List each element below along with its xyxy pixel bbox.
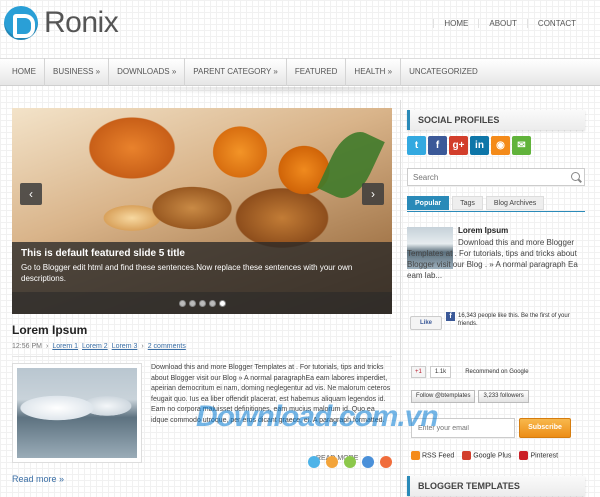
menu-item-downloads[interactable]: DOWNLOADS » [109,58,186,86]
facebook-like-button[interactable]: Like [410,316,442,330]
pinterest-icon [519,451,529,460]
tab-blog-archives[interactable]: Blog Archives [485,196,545,210]
meta-separator: › [141,343,144,350]
watermark-dot [380,456,392,468]
post-title[interactable]: Lorem Ipsum [12,323,87,337]
feed-links: RSS Feed Google Plus Pinterest [411,451,558,460]
pinterest-link[interactable]: Pinterest [519,451,558,460]
read-more-link[interactable]: Read more » [12,474,64,484]
google-recommend-text: Recommend on Google [465,369,529,375]
google-plus-widget: +1 1.1k Recommend on Google [411,366,529,378]
rss-feed-link[interactable]: RSS Feed [411,451,454,460]
featured-slider: ‹ › This is default featured slide 5 tit… [12,108,392,314]
menu-item-business[interactable]: BUSINESS » [45,58,110,86]
twitter-follower-count: 3,233 followers [478,390,529,403]
post-label-3[interactable]: Lorem 3 [112,343,138,350]
menu-item-parent-category[interactable]: PARENT CATEGORY » [185,58,287,86]
post-divider [12,356,392,357]
top-nav-home[interactable]: HOME [433,19,478,28]
slider-next-button[interactable]: › [362,183,384,205]
top-nav-about[interactable]: ABOUT [478,19,527,28]
tab-underline [407,211,585,212]
logo-text: Ronix [44,6,119,39]
menu-item-health[interactable]: HEALTH » [346,58,402,86]
googleplus-icon[interactable]: g+ [449,136,468,155]
slide-title[interactable]: This is default featured slide 5 title [21,248,383,259]
slider-dot-3[interactable] [198,299,206,307]
main-menu: HOME BUSINESS » DOWNLOADS » PARENT CATEG… [0,58,600,86]
linkedin-icon[interactable]: in [470,136,489,155]
menu-item-uncategorized[interactable]: UNCATEGORIZED [401,58,486,86]
social-icons: t f g+ in ◉ ✉ [407,136,531,155]
slider-pagination [12,292,392,314]
search-input[interactable] [407,168,585,186]
logo-icon [4,6,38,40]
facebook-icon[interactable]: f [428,136,447,155]
post-thumbnail[interactable] [12,363,142,463]
menu-item-featured[interactable]: FEATURED [287,58,347,86]
menu-item-home[interactable]: HOME [4,58,45,86]
sidebar-divider [400,100,401,497]
facebook-like-text: 16,343 people like this. Be the first of… [458,313,570,327]
post-time: 12:56 PM [12,343,42,350]
popular-post-title[interactable]: Lorem Ipsum [458,226,508,235]
facebook-like-box: Like f 16,343 people like this. Be the f… [410,312,585,342]
slider-dot-4[interactable] [208,299,216,307]
watermark-dot [344,456,356,468]
google-plus-count: 1.1k [429,366,452,378]
meta-separator: › [45,343,49,350]
watermark-text: Download.com.vn [196,400,439,433]
site-logo[interactable]: Ronix [4,6,119,40]
google-plus-one-button[interactable]: +1 [411,366,426,378]
facebook-icon: f [446,312,455,321]
slide-description: Go to Blogger edit html and find these s… [21,263,353,283]
sidebar-tabs: Popular Tags Blog Archives [407,196,545,210]
post-comments-link[interactable]: 2 comments [148,343,186,350]
post-label-2[interactable]: Lorem 2 [82,343,108,350]
menu-shadow [80,87,520,95]
slider-dot-1[interactable] [178,299,186,307]
googleplus-icon [462,451,472,460]
twitter-icon[interactable]: t [407,136,426,155]
tab-popular[interactable]: Popular [407,196,450,210]
watermark-dot [362,456,374,468]
post-label-1[interactable]: Lorem 1 [52,343,78,350]
social-profiles-title: SOCIAL PROFILES [407,110,585,130]
slider-dot-2[interactable] [188,299,196,307]
rss-feed-label: RSS Feed [422,452,455,460]
slider-prev-button[interactable]: ‹ [20,183,42,205]
google-plus-link[interactable]: Google Plus [462,451,511,460]
tab-tags[interactable]: Tags [452,196,483,210]
post-meta: 12:56 PM › Lorem 1 Lorem 2 Lorem 3 › 2 c… [12,343,186,350]
subscribe-button[interactable]: Subscribe [519,418,571,438]
top-nav-contact[interactable]: CONTACT [526,19,586,28]
post-thumbnail-image [17,368,137,458]
google-plus-label: Google Plus [473,452,512,460]
top-nav: HOME ABOUT CONTACT [433,19,586,28]
watermark-dots [308,456,392,468]
rss-icon [411,451,420,460]
slider-dot-5[interactable] [218,299,226,307]
blogger-templates-title: BLOGGER TEMPLATES [407,476,585,496]
watermark-dot [308,456,320,468]
popular-post-excerpt: Download this and more Blogger Templates… [407,238,578,280]
slide-caption: This is default featured slide 5 title G… [12,242,392,292]
email-icon[interactable]: ✉ [512,136,531,155]
watermark-dot [326,456,338,468]
search-icon[interactable] [571,172,580,181]
pinterest-label: Pinterest [530,452,559,460]
rss-icon[interactable]: ◉ [491,136,510,155]
